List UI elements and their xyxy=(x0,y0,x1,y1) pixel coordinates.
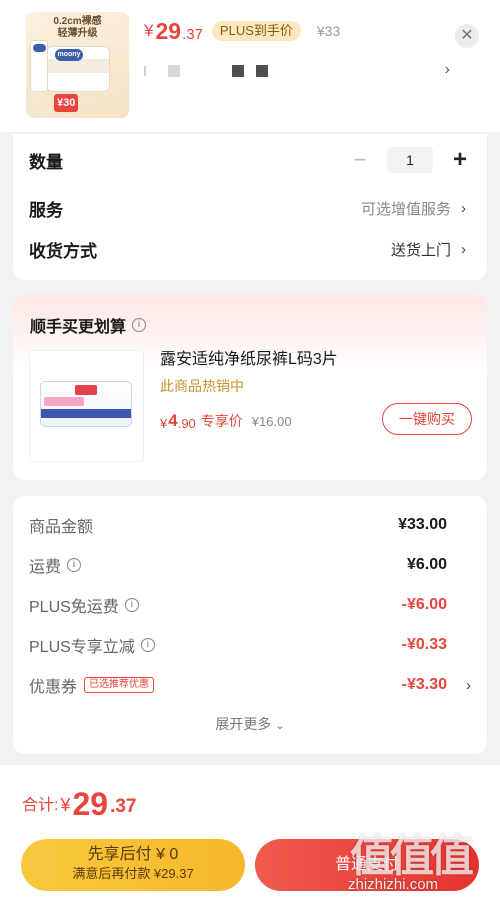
summary-label: 运费 i xyxy=(29,553,82,577)
summary-row-plus-discount: PLUS专享立减 i -¥0.33 xyxy=(29,633,471,657)
total-symbol: ¥ xyxy=(60,795,71,815)
order-total: 合计: ¥ 29 .37 xyxy=(22,783,136,821)
product-header: 0.2cm裸感 轻薄升级 moony ¥30 ¥ 29 .37 PLUS到手价 … xyxy=(0,0,500,132)
delivery-value: 送货上门 xyxy=(390,241,451,259)
summary-label: 优惠券 已选推荐优惠 xyxy=(29,673,155,697)
variant-redacted-mark xyxy=(256,65,268,77)
variant-redacted-mark xyxy=(168,65,180,77)
price-symbol: ¥ xyxy=(144,21,154,40)
pay-later-button[interactable]: 先享后付 ¥ 0 满意后再付款 ¥29.37 xyxy=(21,839,245,891)
one-click-buy-button[interactable]: 一键购买 xyxy=(382,403,472,435)
total-decimal: .37 xyxy=(110,796,137,817)
plus-price-tag: PLUS到手价 xyxy=(211,21,301,41)
summary-row-plus-shipping: PLUS免运费 i -¥6.00 xyxy=(29,593,471,617)
addon-hot-label: 此商品热销中 xyxy=(160,378,244,394)
normal-pay-button[interactable]: 普通支付 xyxy=(255,839,479,891)
expand-more-label: 展开更多 xyxy=(215,716,272,732)
addon-product-image[interactable] xyxy=(29,350,144,462)
addon-title-text: 顺手买更划算 xyxy=(30,319,127,336)
addon-price-symbol: ¥ xyxy=(160,415,168,431)
quantity-row: 数量 − 1 + xyxy=(29,145,471,175)
diaper-pack-image xyxy=(40,381,132,427)
addon-price: ¥ 4 .90 专享价 ¥16.00 xyxy=(160,410,292,432)
coupon-selected-tag: 已选推荐优惠 xyxy=(84,677,155,693)
summary-value: -¥3.30 xyxy=(401,676,447,693)
decrement-button[interactable]: − xyxy=(349,149,371,171)
addon-recommendation-card: 顺手买更划算 i 露安适纯净纸尿裤L码3片 此商品热销中 ¥ 4 .90 专享价… xyxy=(13,295,487,480)
info-icon[interactable]: i xyxy=(140,638,155,652)
price-integer: 29 xyxy=(155,17,182,44)
summary-value: -¥0.33 xyxy=(401,636,447,653)
info-icon[interactable]: i xyxy=(132,318,147,332)
delivery-row[interactable]: 收货方式 送货上门 › xyxy=(29,234,471,264)
increment-button[interactable]: + xyxy=(449,148,471,172)
total-integer: 29 xyxy=(72,786,109,822)
info-icon[interactable]: i xyxy=(124,598,139,612)
price-summary-card: 商品金额 ¥33.00 运费 i ¥6.00 PLUS免运费 i -¥6.00 … xyxy=(13,496,487,754)
pay-later-subtitle: 满意后再付款 ¥29.37 xyxy=(72,866,194,881)
summary-row-goods: 商品金额 ¥33.00 xyxy=(29,513,471,537)
summary-row-shipping: 运费 i ¥6.00 xyxy=(29,553,471,577)
service-row[interactable]: 服务 可选增值服务 › xyxy=(29,193,471,223)
chevron-right-icon: › xyxy=(461,240,466,258)
expand-more-button[interactable]: 展开更多 ⌄ xyxy=(13,714,487,734)
summary-label-text: 运费 xyxy=(29,559,62,576)
chevron-right-icon: › xyxy=(444,61,450,78)
pack-band xyxy=(47,59,109,73)
variant-selector[interactable]: › xyxy=(144,58,450,82)
brand-logo: moony xyxy=(55,49,83,61)
order-options-card: 数量 − 1 + 服务 可选增值服务 › 收货方式 送货上门 › xyxy=(13,134,487,280)
total-label: 合计: xyxy=(22,797,59,814)
summary-row-coupon[interactable]: 优惠券 已选推荐优惠 -¥3.30 › xyxy=(29,673,471,697)
thumbnail-caption: 0.2cm裸感 轻薄升级 xyxy=(26,16,129,40)
quantity-label: 数量 xyxy=(29,152,63,172)
summary-label-text: PLUS免运费 xyxy=(29,599,119,616)
addon-product-name[interactable]: 露安适纯净纸尿裤L码3片 xyxy=(160,345,338,369)
thumbnail-price-badge: ¥30 xyxy=(54,94,79,112)
summary-label-text: 优惠券 xyxy=(29,679,78,696)
summary-value: ¥33.00 xyxy=(398,516,447,533)
summary-label: PLUS免运费 i xyxy=(29,593,139,617)
close-icon[interactable]: ✕ xyxy=(455,24,479,48)
checkout-bar: 合计: ¥ 29 .37 先享后付 ¥ 0 满意后再付款 ¥29.37 普通支付 xyxy=(0,765,500,905)
summary-value: -¥6.00 xyxy=(401,596,447,613)
side-pack-logo xyxy=(33,44,46,52)
summary-label-text: PLUS专享立减 xyxy=(29,639,135,656)
chevron-right-icon: › xyxy=(466,676,471,694)
side-pack-image xyxy=(30,40,48,92)
addon-original-price: ¥16.00 xyxy=(251,413,292,429)
pay-later-title: 先享后付 ¥ 0 xyxy=(87,846,179,863)
variant-redacted-mark xyxy=(144,66,146,76)
summary-label: PLUS专享立减 i xyxy=(29,633,155,657)
delivery-label: 收货方式 xyxy=(29,241,97,261)
variant-redacted-mark xyxy=(232,65,244,77)
pack-stripe xyxy=(41,409,131,418)
summary-value: ¥6.00 xyxy=(406,556,447,573)
quantity-stepper: − 1 + xyxy=(349,147,471,173)
addon-price-integer: 4 xyxy=(168,411,178,430)
pack-logo xyxy=(75,385,97,395)
summary-label: 商品金额 xyxy=(29,519,94,536)
addon-title: 顺手买更划算 i xyxy=(30,313,147,337)
original-price: ¥33 xyxy=(316,23,341,39)
diaper-pack-image: moony xyxy=(46,46,110,92)
addon-price-label: 专享价 xyxy=(200,413,243,429)
chevron-down-icon: ⌄ xyxy=(275,720,285,732)
chevron-right-icon: › xyxy=(461,199,466,217)
product-thumbnail[interactable]: 0.2cm裸感 轻薄升级 moony ¥30 xyxy=(26,12,129,118)
product-price: ¥ 29 .37 PLUS到手价 ¥33 xyxy=(144,18,340,44)
thumbnail-caption-line1: 0.2cm裸感 xyxy=(53,16,102,27)
thumbnail-caption-line2: 轻薄升级 xyxy=(57,28,98,39)
pack-label xyxy=(44,397,84,406)
info-icon[interactable]: i xyxy=(67,558,82,572)
quantity-input[interactable]: 1 xyxy=(387,147,433,173)
price-decimal: .37 xyxy=(182,25,203,43)
addon-price-decimal: .90 xyxy=(177,415,196,431)
service-value: 可选增值服务 xyxy=(360,200,451,218)
service-label: 服务 xyxy=(29,200,63,220)
